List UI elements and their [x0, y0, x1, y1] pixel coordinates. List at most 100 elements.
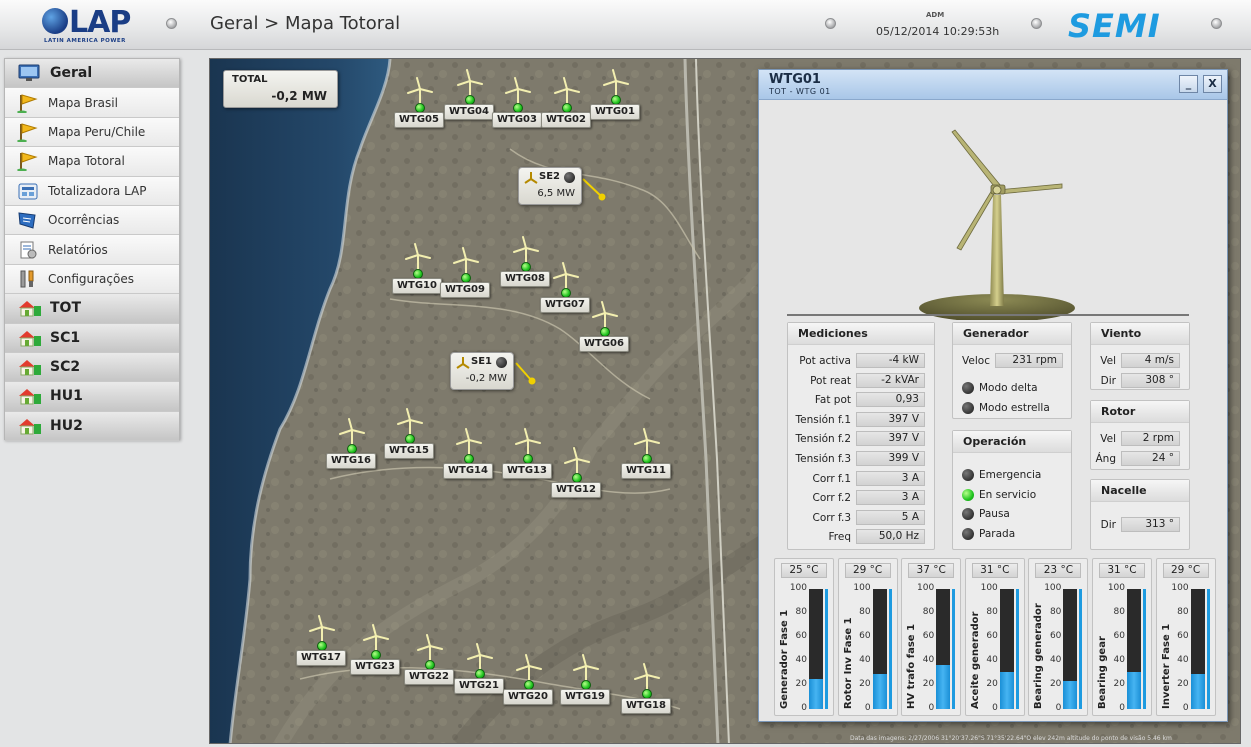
- window-title-bar[interactable]: WTG01 TOT - WTG 01 _ X: [759, 70, 1227, 100]
- sidebar-item-label: HU1: [50, 388, 83, 405]
- measure-value: 3 A: [856, 470, 925, 486]
- substation-se1[interactable]: SE1 -0,2 MW: [450, 352, 514, 390]
- measure-row: Corr f.1 3 A: [788, 470, 936, 487]
- gauge-name: Rotor Inv Fase 1: [842, 617, 854, 709]
- gauge-tick-label: 20: [795, 679, 807, 689]
- sidebar-item-sc2[interactable]: SC2: [5, 352, 179, 383]
- sidebar-item-label: Mapa Peru/Chile: [48, 124, 146, 139]
- turbine-wtg20[interactable]: WTG20: [499, 654, 559, 716]
- measure-row: Vel 2 rpm: [1091, 431, 1191, 447]
- measure-row: Dir 313 °: [1091, 517, 1191, 533]
- turbine-detail-window: WTG01 TOT - WTG 01 _ X Mediciones Pot ac…: [758, 69, 1228, 722]
- sidebar-item-sc1[interactable]: SC1: [5, 323, 179, 353]
- generador-title: Generador: [953, 323, 1071, 345]
- sidebar-item-totalizadora-lap[interactable]: Totalizadora LAP: [5, 176, 179, 206]
- gauge-tick-label: 20: [986, 679, 998, 689]
- gauge-rail: [1079, 589, 1083, 709]
- lap-logo: LAP LATIN AMERICA POWER: [42, 5, 152, 45]
- turbine-wtg11[interactable]: WTG11: [617, 428, 677, 490]
- turbine-wtg16[interactable]: WTG16: [322, 418, 382, 480]
- gauge-fill: [936, 664, 951, 709]
- gauge-name: Aceite generador: [969, 611, 981, 709]
- status-label: Pausa: [979, 508, 1010, 521]
- gauge-tick-label: 60: [1177, 631, 1189, 641]
- gauge-rail: [1206, 589, 1210, 709]
- turbine-wtg18[interactable]: WTG18: [617, 663, 677, 725]
- status-label: Parada: [979, 527, 1016, 540]
- turbine-label: WTG21: [454, 678, 504, 694]
- substation-se2[interactable]: SE2 6,5 MW: [518, 167, 582, 205]
- sidebar-item-geral[interactable]: Geral: [5, 59, 179, 89]
- measure-row: Vel 4 m/s: [1091, 353, 1191, 369]
- status-label: Modo delta: [979, 382, 1038, 394]
- wind-turbine-illustration: [919, 129, 1075, 320]
- turbine-wtg17[interactable]: WTG17: [292, 615, 352, 677]
- turbine-wtg06[interactable]: WTG06: [575, 301, 635, 363]
- gauge-fill: [1190, 674, 1205, 709]
- rotor-title: Rotor: [1091, 401, 1189, 423]
- datetime-label: 05/12/2014 10:29:53h: [876, 25, 1000, 38]
- sidebar-item-configura-es[interactable]: Configurações: [5, 264, 179, 295]
- sidebar-item-relat-rios[interactable]: Relatórios: [5, 235, 179, 265]
- sidebar-item-hu2[interactable]: HU2: [5, 411, 179, 442]
- gauge-tick-label: 0: [928, 703, 935, 713]
- close-button[interactable]: X: [1203, 75, 1222, 93]
- home-icon: [17, 357, 41, 377]
- sidebar-item-mapa-peru-chile[interactable]: Mapa Peru/Chile: [5, 117, 179, 148]
- gauge-name: Inverter Fase 1: [1160, 623, 1172, 709]
- gauge-tick-label: 60: [1049, 631, 1062, 641]
- nacelle-title: Nacelle: [1091, 480, 1189, 502]
- turbine-wtg12[interactable]: WTG12: [547, 447, 607, 509]
- window-subtitle: TOT - WTG 01: [769, 87, 831, 96]
- measure-label: Vel: [1100, 433, 1116, 445]
- sidebar-item-ocorr-ncias[interactable]: Ocorrências: [5, 205, 179, 236]
- turbine-label: WTG19: [560, 689, 610, 705]
- sidebar-item-mapa-totoral[interactable]: Mapa Totoral: [5, 147, 179, 177]
- measure-value: 5 A: [856, 509, 925, 525]
- turbine-wtg23[interactable]: WTG23: [346, 624, 406, 686]
- minimize-button[interactable]: _: [1179, 75, 1198, 93]
- measure-label: Áng: [1095, 453, 1116, 465]
- gauge-tick-label: 20: [1049, 679, 1062, 689]
- gauge-tick-label: 20: [922, 679, 935, 689]
- turbine-label: WTG10: [392, 278, 442, 294]
- gauge-tick-label: 0: [1119, 703, 1125, 713]
- gauge-tick-label: 80: [1049, 607, 1062, 617]
- screw-icon: [166, 18, 177, 29]
- turbine-label: WTG16: [326, 453, 376, 469]
- gauge-tick-label: 40: [986, 655, 998, 665]
- status-label: Modo estrella: [979, 402, 1050, 414]
- gauge-tick-label: 80: [1113, 607, 1125, 617]
- window-title: WTG01: [769, 72, 821, 87]
- turbine-wtg09[interactable]: WTG09: [436, 247, 496, 309]
- gauge-bar: [809, 589, 823, 709]
- turbine-wtg15[interactable]: WTG15: [380, 408, 440, 470]
- gauge-tick-label: 80: [795, 607, 807, 617]
- measure-label: Tensión f.2: [795, 433, 852, 446]
- measure-value: -2 kVAr: [856, 372, 925, 388]
- measure-row: Tensión f.2 397 V: [788, 431, 936, 447]
- gauge-tick-label: 80: [986, 607, 998, 617]
- sidebar-item-mapa-brasil[interactable]: Mapa Brasil: [5, 88, 179, 118]
- sidebar-item-hu1[interactable]: HU1: [5, 382, 179, 412]
- sidebar-item-label: Geral: [50, 65, 93, 82]
- sidebar-item-tot[interactable]: TOT: [5, 294, 179, 324]
- temperature-gauge: 37 °C 100 80 60 40 20 0 HV trafo fase 1: [901, 558, 962, 716]
- nacelle-box: Nacelle Dir 313 °: [1090, 479, 1190, 550]
- status-led: [962, 488, 974, 501]
- status-label: Emergencia: [979, 469, 1042, 481]
- gauge-bar: [872, 589, 887, 709]
- measure-row: Fat pot 0,93: [788, 392, 936, 408]
- turbine-wtg01[interactable]: WTG01: [586, 69, 646, 131]
- turbine-label: WTG14: [443, 463, 493, 479]
- measure-label: Dir: [1100, 374, 1116, 387]
- gauge-tick-label: 0: [801, 703, 807, 713]
- turbine-wtg14[interactable]: WTG14: [439, 428, 499, 490]
- turbine-wtg19[interactable]: WTG19: [556, 654, 616, 716]
- temperature-gauge: 31 °C 100 80 60 40 20 0 Bearing gear: [1092, 558, 1152, 716]
- turbine-label: WTG06: [579, 336, 629, 352]
- tools-icon: [17, 269, 39, 289]
- substation-name: SE1: [471, 356, 492, 367]
- user-label: ADM: [926, 11, 945, 19]
- turbine-label: WTG23: [350, 659, 400, 675]
